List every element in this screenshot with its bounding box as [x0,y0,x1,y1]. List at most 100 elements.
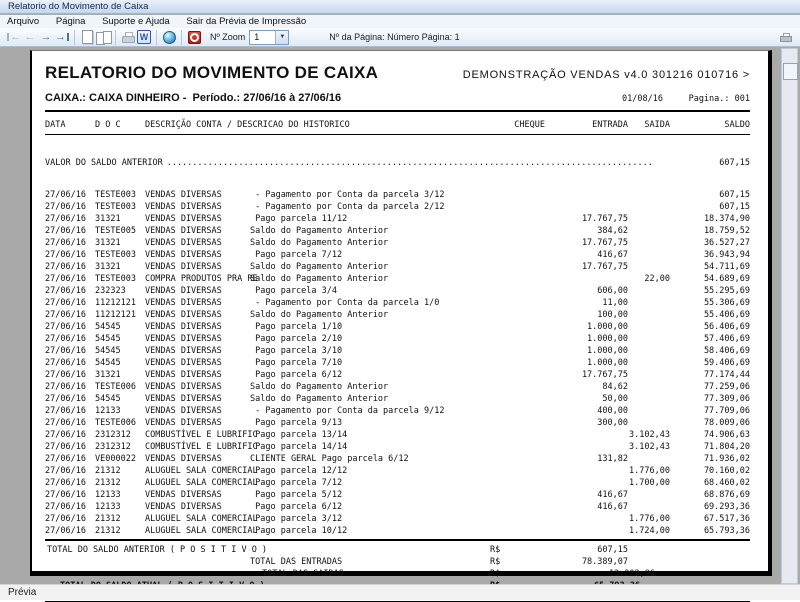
cell-csal: 18.759,52 [670,225,750,237]
printer-icon [122,32,135,43]
cell-chist: Pago parcela 6/12 [250,501,510,513]
cell-cconta: VENDAS DIVERSAS [145,489,250,501]
cell-chist: Pago parcela 14/14 [250,441,510,453]
cell-csai: 22,00 [628,273,670,285]
opening-balance-value: 607,15 [655,157,750,169]
cell-cconta: ALUGUEL SALA COMERCIAL [145,513,250,525]
cell-chist: - Pagamento por Conta da parcela 2/12 [250,201,510,213]
cell-cent: 17.767,75 [510,237,628,249]
next-page-button[interactable]: → [38,29,54,45]
prev-page-button[interactable]: ← [22,29,38,45]
cell-cconta: VENDAS DIVERSAS [145,369,250,381]
report-row: 27/06/162312312COMBUSTÍVEL E LUBRIFIC Pa… [45,429,750,441]
total-value: 607,15 [520,544,628,556]
cell-cent: 1.000,00 [510,333,628,345]
report-row: 27/06/1654545VENDAS DIVERSAS Pago parcel… [45,357,750,369]
cell-chist: Pago parcela 2/10 [250,333,510,345]
report-row: 27/06/1654545VENDAS DIVERSASSaldo do Pag… [45,393,750,405]
report-title: RELATORIO DO MOVIMENTO DE CAIXA [45,63,378,83]
cell-cconta: ALUGUEL SALA COMERCIAL [145,525,250,537]
divider [45,134,750,135]
cell-cent [510,513,628,525]
cell-cconta: COMBUSTÍVEL E LUBRIFIC [145,429,250,441]
chevron-down-icon[interactable]: ▼ [275,31,288,44]
cell-csai [628,453,670,465]
menu-sair-previa[interactable]: Sair da Prévia de Impressão [179,15,313,28]
cell-cdoc: TESTE006 [95,381,145,393]
cell-cd: 27/06/16 [45,513,95,525]
menu-suporte-ajuda[interactable]: Suporte e Ajuda [95,15,177,28]
cell-chist: Pago parcela 11/12 [250,213,510,225]
report-row: 27/06/16TESTE003COMPRA PRODUTOS PRA RESa… [45,273,750,285]
cell-chist: - Pagamento por Conta da parcela 9/12 [250,405,510,417]
cell-cd: 27/06/16 [45,357,95,369]
cell-cdoc: 31321 [95,261,145,273]
cell-cconta: ALUGUEL SALA COMERCIAL [145,465,250,477]
window-titlebar: Relatorio do Movimento de Caixa [0,0,800,14]
report-row: 27/06/1612133VENDAS DIVERSAS - Pagamento… [45,405,750,417]
cell-csai [628,213,670,225]
cell-cd: 27/06/16 [45,501,95,513]
cell-cdoc: TESTE003 [95,249,145,261]
cell-cdoc: TESTE005 [95,225,145,237]
opening-balance-label: VALOR DO SALDO ANTERIOR [45,157,163,169]
cell-csai [628,321,670,333]
currency-symbol: R$ [490,556,520,568]
two-page-view-button[interactable] [95,29,111,45]
cell-cent: 384,62 [510,225,628,237]
cell-csal: 68.876,69 [670,489,750,501]
window-title: Relatorio do Movimento de Caixa [8,1,148,12]
cell-cdoc: 21312 [95,525,145,537]
total-value: 78.389,07 [520,556,628,568]
opening-balance-row: VALOR DO SALDO ANTERIOR ................… [45,157,750,169]
cell-chist: - Pagamento por Conta da parcela 1/0 [250,297,510,309]
col-cheque: CHEQUE [510,119,545,131]
zoom-value: 1 [250,31,275,44]
first-page-button[interactable]: ← [6,29,22,45]
cell-csal: 56.406,69 [670,321,750,333]
scrollbar-thumb[interactable] [783,63,798,80]
cell-chist: Pago parcela 7/12 [250,477,510,489]
export-html-button[interactable] [161,29,177,45]
cell-csal: 65.793,36 [670,525,750,537]
cell-csai: 3.102,43 [628,441,670,453]
cell-chist: CLIENTE GERAL Pago parcela 6/12 [250,453,510,465]
col-data: DATA [45,119,95,131]
cell-cent: 300,00 [510,417,628,429]
cell-cconta: VENDAS DIVERSAS [145,189,250,201]
report-row: 27/06/1654545VENDAS DIVERSAS Pago parcel… [45,345,750,357]
single-page-view-button[interactable] [79,29,95,45]
vertical-scrollbar[interactable] [781,48,798,584]
cell-cd: 27/06/16 [45,417,95,429]
report-row: 27/06/16TESTE005VENDAS DIVERSASSaldo do … [45,225,750,237]
cell-csal: 55.295,69 [670,285,750,297]
cell-cconta: VENDAS DIVERSAS [145,405,250,417]
cell-csai: 1.776,00 [628,465,670,477]
cell-cconta: VENDAS DIVERSAS [145,417,250,429]
report-date: 01/08/16 [622,94,663,104]
cell-chist: Saldo do Pagamento Anterior [250,237,510,249]
cell-csal: 58.406,69 [670,345,750,357]
cell-cconta: VENDAS DIVERSAS [145,201,250,213]
cell-csal: 54.711,69 [670,261,750,273]
cell-cd: 27/06/16 [45,273,95,285]
cell-cent [510,273,628,285]
cell-cd: 27/06/16 [45,525,95,537]
last-page-button[interactable]: → [54,29,70,45]
report-row: 27/06/1631321VENDAS DIVERSASSaldo do Pag… [45,237,750,249]
cell-cdoc: 31321 [95,213,145,225]
cell-chist: Pago parcela 6/12 [250,369,510,381]
cell-csal: 77.174,44 [670,369,750,381]
col-doc: D O C [95,119,145,131]
export-word-button[interactable]: W [136,29,152,45]
zoom-select[interactable]: 1 ▼ [249,30,289,45]
cell-csai [628,261,670,273]
report-row: 27/06/162312312COMBUSTÍVEL E LUBRIFIC Pa… [45,441,750,453]
cell-cconta: VENDAS DIVERSAS [145,237,250,249]
menu-pagina[interactable]: Página [49,15,93,28]
menu-arquivo[interactable]: Arquivo [0,15,46,28]
cell-cd: 27/06/16 [45,249,95,261]
print-button[interactable] [120,29,136,45]
cell-cent: 84,62 [510,381,628,393]
close-preview-button[interactable] [186,29,202,45]
